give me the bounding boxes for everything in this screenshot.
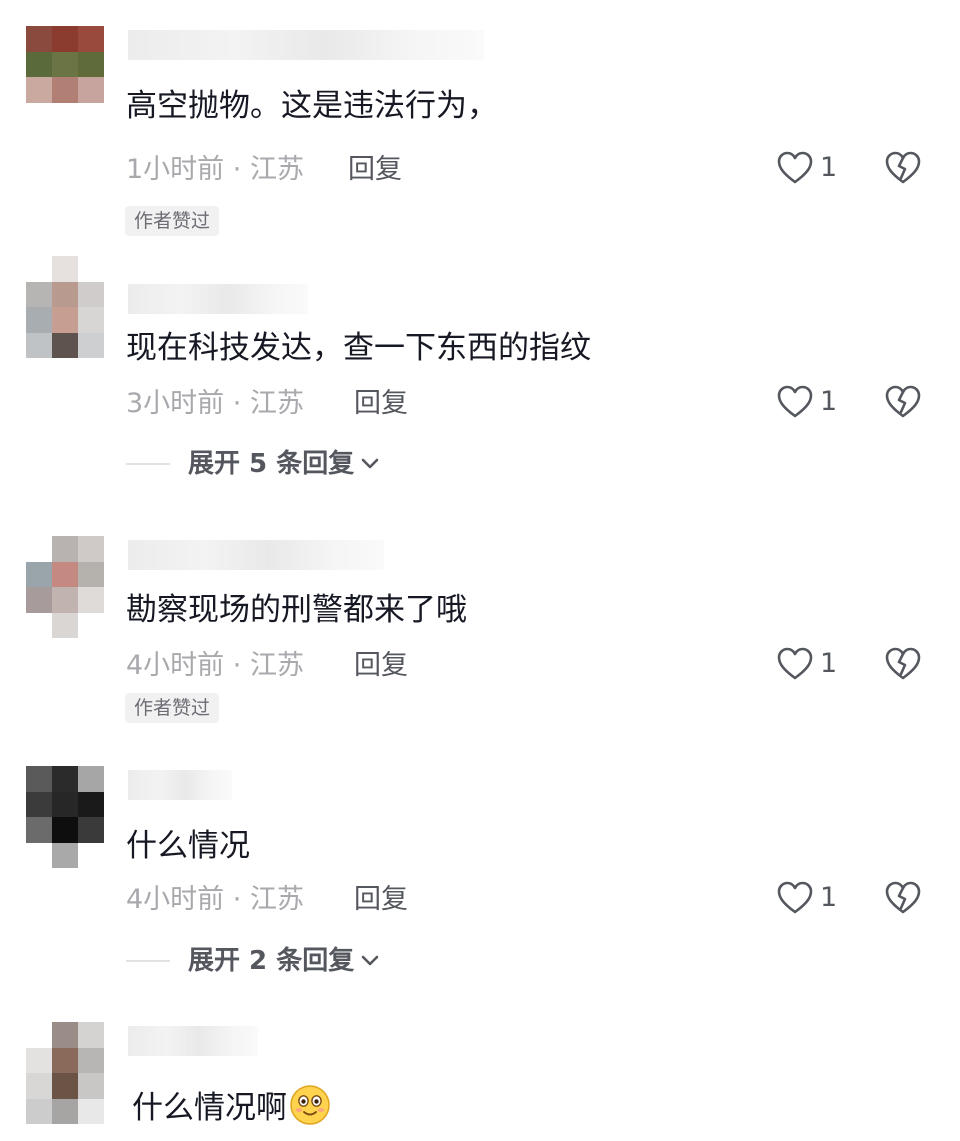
comment-meta: 4小时前 · 江苏 — [126, 882, 304, 918]
broken-heart-icon — [885, 881, 921, 914]
heart-outline-icon — [777, 385, 813, 418]
like-button[interactable]: 1 — [776, 384, 837, 420]
dislike-button[interactable] — [884, 646, 922, 686]
comment-item: 现在科技发达，查一下东西的指纹 3小时前 · 江苏 回复 1 展开 5 条回复 — [0, 256, 960, 496]
avatar[interactable] — [26, 256, 104, 358]
comment-text: 高空抛物。这是违法行为， — [126, 88, 498, 124]
avatar[interactable] — [26, 766, 104, 868]
comment-item: 勘察现场的刑警都来了哦 4小时前 · 江苏 回复 作者赞过 1 — [0, 536, 960, 736]
avatar[interactable] — [26, 1022, 104, 1124]
avatar[interactable] — [26, 536, 104, 638]
heart-outline-icon — [777, 881, 813, 914]
broken-heart-icon — [885, 151, 921, 184]
heart-outline-icon — [777, 647, 813, 680]
expand-replies-label: 展开 5 条回复 — [188, 449, 355, 479]
expand-replies-label: 展开 2 条回复 — [188, 946, 355, 976]
reply-button[interactable]: 回复 — [354, 882, 408, 918]
comment-text: 现在科技发达，查一下东西的指纹 — [126, 330, 591, 366]
comment-location: 江苏 — [249, 154, 304, 185]
chevron-down-icon — [361, 458, 379, 469]
username-blurred[interactable] — [128, 540, 384, 570]
reply-button[interactable]: 回复 — [354, 648, 408, 684]
comment-item: 高空抛物。这是违法行为， 1小时前 · 江苏 回复 作者赞过 1 — [0, 26, 960, 246]
comment-time: 1小时前 — [126, 154, 225, 185]
username-blurred[interactable] — [128, 284, 308, 314]
expand-replies-button[interactable]: 展开 5 条回复 — [126, 446, 380, 482]
comment-time: 4小时前 — [126, 884, 225, 915]
avatar[interactable] — [26, 26, 104, 128]
comment-meta: 4小时前 · 江苏 — [126, 648, 304, 684]
comment-meta: 3小时前 · 江苏 — [126, 386, 304, 422]
username-blurred[interactable] — [128, 30, 484, 60]
reply-button[interactable]: 回复 — [354, 386, 408, 422]
meta-separator: · — [232, 154, 242, 185]
like-button[interactable]: 1 — [776, 880, 837, 916]
comment-text-content: 什么情况啊 — [132, 1090, 287, 1126]
comment-time: 3小时前 — [126, 388, 225, 419]
like-button[interactable]: 1 — [776, 646, 837, 682]
dislike-button[interactable] — [884, 150, 922, 190]
comment-meta: 1小时前 · 江苏 — [126, 152, 304, 188]
smiling-face-emoji-icon — [290, 1085, 330, 1125]
meta-separator: · — [232, 884, 242, 915]
heart-outline-icon — [777, 151, 813, 184]
chevron-down-icon — [361, 955, 379, 966]
comment-text: 什么情况 — [126, 828, 250, 864]
author-liked-badge: 作者赞过 — [125, 693, 220, 723]
like-count: 1 — [820, 882, 838, 913]
broken-heart-icon — [885, 385, 921, 418]
comment-text: 什么情况啊 — [132, 1084, 331, 1130]
username-blurred[interactable] — [128, 1026, 258, 1056]
divider-line — [126, 463, 170, 465]
username-blurred[interactable] — [128, 770, 232, 800]
like-button[interactable]: 1 — [776, 150, 837, 186]
expand-replies-button[interactable]: 展开 2 条回复 — [126, 943, 380, 979]
comment-item: 什么情况 4小时前 · 江苏 回复 1 展开 2 条回复 — [0, 766, 960, 996]
like-count: 1 — [820, 152, 838, 183]
divider-line — [126, 960, 170, 962]
dislike-button[interactable] — [884, 880, 922, 920]
comment-location: 江苏 — [249, 884, 304, 915]
reply-button[interactable]: 回复 — [348, 152, 402, 188]
comment-location: 江苏 — [249, 650, 304, 681]
like-count: 1 — [820, 386, 838, 417]
like-count: 1 — [820, 648, 838, 679]
comment-time: 4小时前 — [126, 650, 225, 681]
author-liked-badge: 作者赞过 — [125, 206, 220, 236]
comment-location: 江苏 — [249, 388, 304, 419]
meta-separator: · — [232, 388, 242, 419]
meta-separator: · — [232, 650, 242, 681]
dislike-button[interactable] — [884, 384, 922, 424]
comment-item: 什么情况啊 — [0, 1022, 960, 1141]
comment-text: 勘察现场的刑警都来了哦 — [126, 592, 467, 628]
broken-heart-icon — [885, 647, 921, 680]
